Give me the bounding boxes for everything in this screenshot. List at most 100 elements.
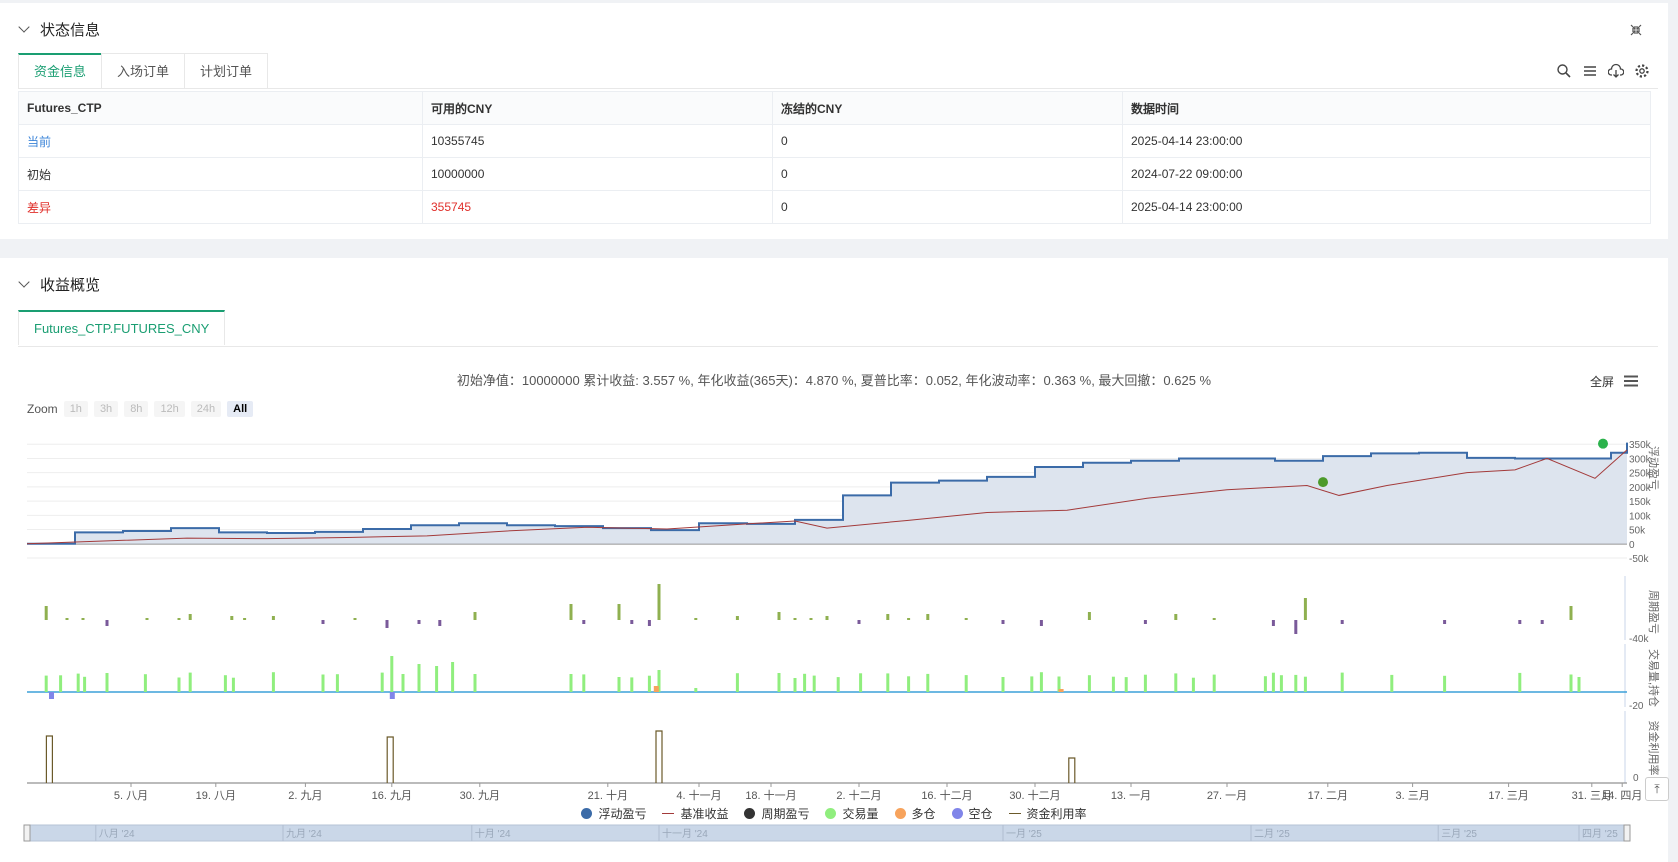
- legend-label: 基准收益: [680, 807, 729, 821]
- tab-fund-info[interactable]: 资金信息: [18, 53, 103, 88]
- x-tick-label: 21. 十月: [588, 788, 628, 802]
- x-tick-label: 2. 十二月: [836, 788, 881, 802]
- legend-dot-icon: [581, 808, 593, 819]
- gear-icon[interactable]: [1634, 63, 1650, 79]
- period-profit-bar: [44, 606, 48, 620]
- period-profit-bar: [1143, 620, 1147, 624]
- chart-menu-icon[interactable]: [1623, 374, 1639, 387]
- tab-entry-orders[interactable]: 入场订单: [101, 53, 186, 88]
- status-section-header[interactable]: 状态信息: [18, 17, 100, 41]
- volume-bar: [177, 677, 181, 692]
- legend-item-long[interactable]: 多仓: [894, 805, 936, 822]
- zoom-label: Zoom: [27, 402, 58, 416]
- zoom-12h-button[interactable]: 12h: [154, 401, 185, 417]
- utilization-spike: [386, 736, 394, 783]
- zoom-3h-button[interactable]: 3h: [93, 401, 119, 417]
- period-profit-bar: [1303, 598, 1307, 620]
- axis-title: 浮动盈亏: [1647, 446, 1660, 490]
- table-header: 数据时间: [1122, 91, 1651, 125]
- period-profit-bar: [569, 604, 573, 620]
- volume-bar: [886, 673, 890, 692]
- period-profit-bar: [188, 614, 192, 620]
- stats-summary: 初始净值：10000000 累计收益: 3.557 %, 年化收益(365天)：…: [456, 373, 1212, 388]
- status-section-title: 状态信息: [40, 21, 101, 39]
- table-header: Futures_CTP: [18, 91, 423, 125]
- legend-item-period-profit[interactable]: 周期盈亏: [744, 805, 809, 822]
- period-profit-bar: [1540, 620, 1544, 624]
- profit-section-header[interactable]: 收益概览: [18, 272, 100, 296]
- table-cell: 2024-07-22 09:00:00: [1122, 157, 1651, 191]
- volume-bar: [451, 662, 455, 692]
- table-cell-current-link[interactable]: 当前: [18, 124, 423, 158]
- legend-item-equity[interactable]: 浮动盈亏: [581, 805, 646, 822]
- cloud-download-icon[interactable]: [1607, 63, 1625, 79]
- volume-bar: [926, 673, 930, 692]
- period-profit-bar: [1174, 614, 1178, 620]
- volume-bar: [188, 672, 192, 692]
- volume-bar: [1518, 672, 1522, 692]
- zoom-8h-button[interactable]: 8h: [124, 401, 149, 417]
- zoom-1h-button[interactable]: 1h: [63, 401, 88, 417]
- x-tick-label: 27. 一月: [1207, 790, 1247, 802]
- period-profit-bar: [271, 616, 275, 620]
- volume-bar: [1001, 677, 1005, 692]
- list-icon[interactable]: [1582, 63, 1598, 79]
- period-profit-bar: [1001, 620, 1005, 624]
- tab-futures-cny[interactable]: Futures_CTP.FUTURES_CNY: [18, 310, 226, 345]
- scroll-top-button[interactable]: ⤒: [1645, 777, 1669, 801]
- volume-bar: [223, 675, 227, 692]
- legend-item-benchmark[interactable]: 基准收益: [662, 805, 728, 822]
- period-profit-bar: [735, 616, 739, 620]
- volume-bar: [907, 676, 911, 692]
- navigator-label: 八月 '24: [99, 828, 135, 840]
- period-profit-bar: [825, 616, 829, 620]
- status-panel: 状态信息 资金信息 入场订单 计划订单 Futures_CTP 可用的CNY 冻…: [0, 3, 1668, 239]
- table-header: 冻结的CNY: [772, 91, 1123, 125]
- volume-bar: [1340, 672, 1344, 692]
- period-profit-bar: [777, 612, 781, 620]
- collapse-icon[interactable]: [1630, 23, 1642, 36]
- zoom-all-button[interactable]: All: [227, 401, 254, 417]
- volume-bar: [1143, 674, 1147, 692]
- volume-bar: [1443, 675, 1447, 692]
- x-tick-label: 13. 一月: [1111, 790, 1151, 802]
- table-cell-diff-value: 355745: [422, 190, 773, 224]
- legend-item-short[interactable]: 空仓: [951, 805, 993, 822]
- table-cell: 0: [772, 124, 1123, 158]
- tab-plan-orders[interactable]: 计划订单: [184, 53, 269, 88]
- volume-bar: [803, 673, 807, 692]
- period-profit-bar: [1087, 612, 1091, 620]
- legend-label: 资金利用率: [1026, 807, 1087, 821]
- period-profit-bar: [417, 620, 421, 624]
- search-icon[interactable]: [1556, 63, 1572, 79]
- navigator-label: 十一月 '24: [662, 827, 708, 840]
- table-row: 当前 10355745 0 2025-04-14 23:00:00: [18, 124, 1651, 158]
- x-tick-label: 14. 四月: [1602, 790, 1642, 802]
- volume-bar: [777, 673, 781, 692]
- legend-item-volume[interactable]: 交易量: [825, 805, 879, 822]
- utilization-spike: [655, 730, 663, 783]
- period-profit-bar: [886, 614, 890, 620]
- x-tick-label: 19. 八月: [196, 790, 236, 802]
- table-toolbar: [1556, 63, 1650, 79]
- volume-bar: [76, 673, 80, 692]
- legend-label: 周期盈亏: [761, 807, 810, 821]
- volume-bar: [143, 674, 147, 692]
- volume-bar: [735, 673, 739, 692]
- volume-bar: [390, 656, 394, 692]
- legend-item-utilization[interactable]: 资金利用率: [1008, 805, 1087, 822]
- period-profit-bar: [694, 618, 698, 620]
- fullscreen-button[interactable]: 全屏: [1590, 373, 1614, 390]
- zoom-24h-button[interactable]: 24h: [190, 401, 222, 417]
- period-profit-bar: [1443, 620, 1447, 624]
- table-row: 差异 355745 0 2025-04-14 23:00:00: [18, 190, 1651, 224]
- volume-bar: [1294, 674, 1298, 692]
- volume-bar: [1124, 677, 1128, 692]
- x-tick-label: 16. 九月: [372, 789, 412, 802]
- status-tabs: 资金信息 入场订单 计划订单: [18, 53, 269, 89]
- axis-title: 周期盈亏: [1647, 590, 1660, 634]
- utilization-spike: [1068, 757, 1076, 783]
- period-profit-bar: [657, 584, 661, 620]
- legend-line-icon: [1008, 813, 1021, 814]
- period-profit-bar: [630, 620, 634, 624]
